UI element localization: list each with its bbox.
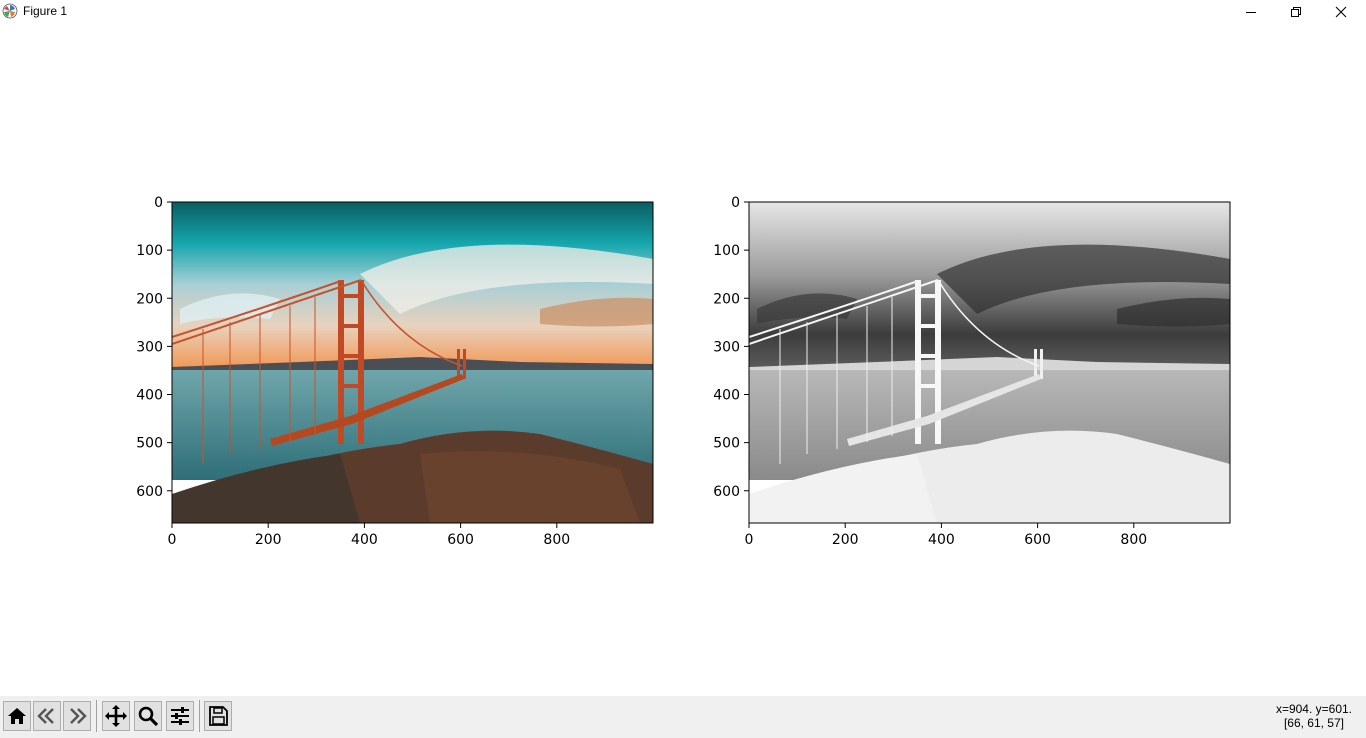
- y-tick-label: 600: [136, 484, 163, 500]
- x-tick-label: 0: [745, 532, 754, 548]
- y-tick-label: 100: [713, 243, 740, 259]
- x-tick-label: 0: [168, 532, 177, 548]
- y-tick-label: 200: [713, 291, 740, 307]
- configure-subplots-icon: [171, 707, 189, 725]
- status-readout: x=904. y=601. [66, 61, 57]: [1276, 702, 1352, 730]
- x-tick-label: 800: [543, 532, 570, 548]
- zoom-button[interactable]: [134, 701, 162, 731]
- y-tick-label: 600: [713, 484, 740, 500]
- right-subplot-image: [749, 202, 1230, 523]
- forward-icon: [70, 708, 87, 724]
- home-button[interactable]: [3, 701, 31, 731]
- y-tick-label: 500: [713, 436, 740, 452]
- pan-icon: [105, 705, 127, 727]
- home-icon: [8, 708, 26, 724]
- back-icon: [37, 708, 54, 724]
- forward-button[interactable]: [63, 701, 91, 731]
- y-tick-label: 500: [136, 436, 163, 452]
- matplotlib-logo-icon: [2, 3, 18, 19]
- y-tick-label: 0: [731, 195, 740, 211]
- x-tick-label: 400: [351, 532, 378, 548]
- zoom-icon: [138, 706, 159, 727]
- configure-subplots-button[interactable]: [166, 701, 194, 731]
- back-button[interactable]: [33, 701, 61, 731]
- y-tick-label: 0: [154, 195, 163, 211]
- restore-button[interactable]: [1273, 0, 1319, 24]
- toolbar-separator: [199, 700, 200, 732]
- minimize-button[interactable]: [1228, 0, 1274, 24]
- title-bar: Figure 1: [0, 0, 1366, 24]
- pixel-value: [66, 61, 57]: [1283, 716, 1344, 730]
- restore-icon: [1291, 7, 1301, 17]
- y-tick-label: 200: [136, 291, 163, 307]
- close-icon: [1335, 6, 1347, 18]
- left-subplot-image: [172, 202, 653, 523]
- x-tick-label: 600: [447, 532, 474, 548]
- y-tick-label: 300: [136, 339, 163, 355]
- save-button[interactable]: [204, 701, 232, 731]
- close-button[interactable]: [1318, 0, 1364, 24]
- save-icon: [209, 706, 228, 726]
- y-tick-label: 100: [136, 243, 163, 259]
- navigation-toolbar: x=904. y=601. [66, 61, 57]: [0, 696, 1366, 738]
- x-tick-label: 200: [832, 532, 859, 548]
- cursor-coordinates: x=904. y=601.: [1275, 702, 1352, 716]
- y-tick-label: 300: [713, 339, 740, 355]
- figure-canvas[interactable]: 0 200 400 600 800 0 100 200 300 400 500 600 0 200 400 6…: [0, 24, 1366, 696]
- x-tick-label: 800: [1120, 532, 1147, 548]
- x-tick-label: 600: [1024, 532, 1051, 548]
- toolbar-separator: [96, 700, 97, 732]
- minimize-icon: [1246, 12, 1256, 13]
- y-tick-label: 400: [713, 388, 740, 404]
- y-tick-label: 400: [136, 388, 163, 404]
- window-title: Figure 1: [23, 4, 68, 18]
- x-tick-label: 400: [928, 532, 955, 548]
- pan-button[interactable]: [102, 701, 130, 731]
- x-tick-label: 200: [255, 532, 282, 548]
